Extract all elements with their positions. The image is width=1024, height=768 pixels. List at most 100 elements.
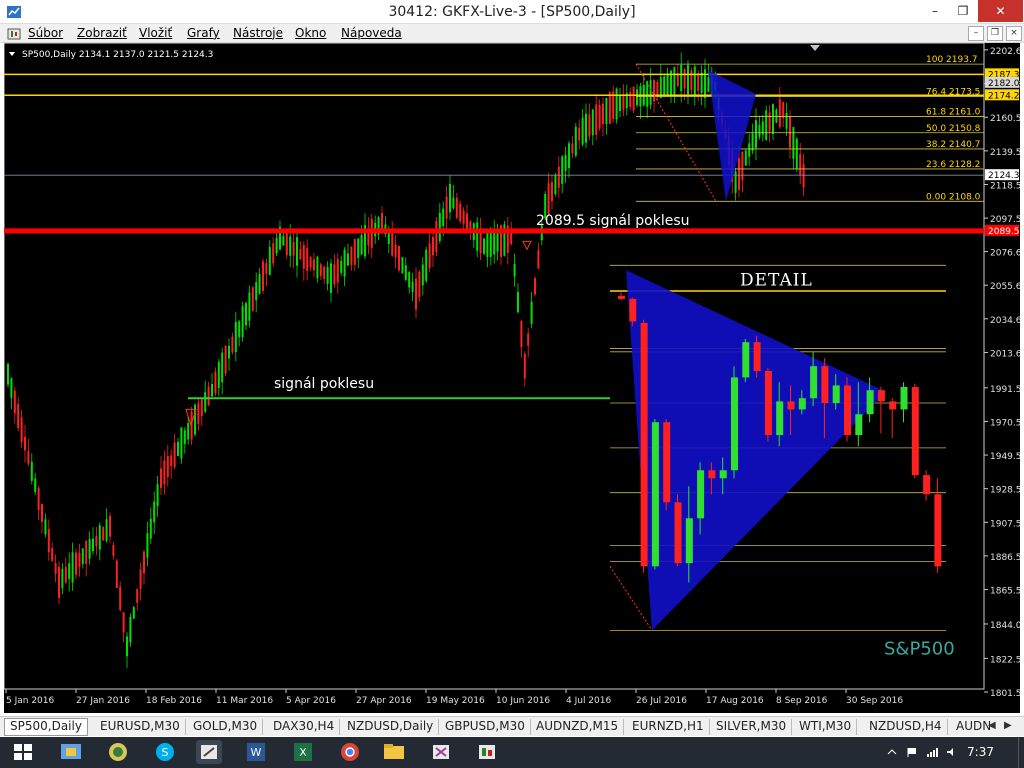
candle-body [428, 243, 431, 269]
desktop-icon[interactable] [58, 740, 84, 764]
candle-body [126, 636, 128, 657]
candle-body [785, 113, 788, 129]
tab-gbpusd-m30[interactable]: GBPUSD,M30 [440, 719, 531, 735]
y-tick-label: 1844.0 [990, 621, 1020, 631]
y-tick-label: 1907.5 [990, 519, 1020, 529]
candle-body [234, 321, 237, 353]
child-minimize-button[interactable]: – [968, 26, 984, 41]
metatrader-icon[interactable] [105, 740, 131, 764]
detail-candle-body [674, 502, 682, 564]
taskbar: S W X 7:37 [0, 737, 1024, 768]
tray-expand-icon[interactable] [886, 747, 898, 757]
y-tick-label: 1865.5 [990, 587, 1020, 597]
menu-insert[interactable]: Vložiť [139, 26, 172, 40]
fib-label: 100 2193.7 [926, 55, 978, 65]
volume-icon[interactable] [946, 747, 958, 757]
skype-icon[interactable]: S [152, 740, 178, 764]
title-bar: 30412: GKFX-Live-3 - [SP500,Daily] – ❐ ✕ [0, 0, 1024, 24]
candle-body [241, 306, 244, 338]
tab-eurnzd-h1[interactable]: EURNZD,H1 [627, 719, 710, 735]
candle-body [17, 403, 20, 428]
brand-label: S&P500 [884, 638, 955, 659]
price-tag-label: 2174.2 [988, 91, 1020, 101]
candle-body [568, 143, 570, 169]
price-chart[interactable]: 2202.62181.62160.52139.52118.52097.52076… [3, 42, 1022, 713]
candle-body [105, 519, 108, 541]
show-desktop-button[interactable] [1018, 737, 1024, 768]
tab-scroll-left-icon[interactable]: ◀ [988, 720, 996, 731]
tab-nzdusd-daily[interactable]: NZDUSD,Daily [342, 719, 440, 735]
minimize-button[interactable]: – [920, 0, 950, 22]
candle-body [520, 321, 523, 348]
candle-body [622, 93, 625, 110]
candle-body [139, 569, 142, 589]
candle-body [163, 460, 166, 485]
child-restore-button[interactable]: ❐ [987, 26, 1003, 41]
candle-body [438, 212, 441, 242]
candle-body [64, 567, 67, 583]
candle-body [398, 245, 400, 271]
candle-body [411, 281, 414, 293]
menu-file[interactable]: Súbor [28, 26, 63, 40]
candle-body [673, 67, 676, 96]
candle-body [476, 222, 479, 251]
flag-icon[interactable] [906, 747, 918, 757]
candle-body [336, 258, 339, 283]
tab-sp500-daily[interactable]: SP500,Daily [4, 718, 88, 736]
start-icon[interactable] [10, 740, 36, 764]
candle-body [350, 246, 353, 265]
mt4-alt-icon[interactable] [428, 740, 454, 764]
price-tag-label: 2089.5 [988, 227, 1020, 237]
detail-candle-body [685, 518, 693, 564]
tab-nzdusd-h4[interactable]: NZDUSD,H4 [864, 719, 948, 735]
detail-candle-body [923, 475, 931, 495]
candle-body [217, 361, 220, 389]
detail-candle-body [900, 387, 908, 410]
network-icon[interactable] [926, 747, 938, 757]
excel-icon[interactable]: X [290, 740, 316, 764]
candle-body [24, 436, 26, 451]
tab-dax30-h4[interactable]: DAX30,H4 [268, 719, 341, 735]
candle-body [778, 99, 781, 128]
candle-body [802, 163, 805, 188]
mt4-alt2-icon[interactable] [474, 740, 500, 764]
candle-body [302, 244, 305, 269]
candle-body [700, 72, 703, 93]
signal-label-green: signál poklesu [274, 376, 374, 392]
folder-icon[interactable] [381, 740, 407, 764]
candle-body [466, 213, 468, 231]
chart-canvas[interactable]: 2202.62181.62160.52139.52118.52097.52076… [3, 42, 1022, 713]
child-close-button[interactable]: × [1006, 26, 1022, 41]
candle-body [782, 101, 785, 119]
mt4-active-icon[interactable] [196, 740, 222, 764]
y-tick-label: 1801.5 [990, 689, 1020, 699]
candle-body [608, 92, 611, 124]
word-icon[interactable]: W [243, 740, 269, 764]
menu-tools[interactable]: Nástroje [233, 26, 283, 40]
candle-body [789, 116, 791, 148]
x-tick-label: 27 Apr 2016 [356, 696, 412, 706]
candle-body [160, 468, 162, 489]
candle-body [404, 265, 407, 280]
candle-body [71, 552, 74, 583]
tab-audnzd-m15[interactable]: AUDNZD,M15 [531, 719, 625, 735]
x-tick-label: 30 Sep 2016 [846, 696, 903, 706]
detail-candle-body [911, 387, 919, 476]
chrome-icon[interactable] [337, 740, 363, 764]
close-button[interactable]: ✕ [978, 0, 1023, 22]
menu-help[interactable]: Nápoveda [341, 26, 402, 40]
candle-body [275, 238, 278, 254]
tab-eurusd-m30[interactable]: EURUSD,M30 [95, 719, 186, 735]
candle-body [102, 527, 105, 541]
clock[interactable]: 7:37 [967, 745, 994, 759]
maximize-button[interactable]: ❐ [948, 0, 978, 22]
menu-view[interactable]: Zobraziť [77, 26, 127, 40]
candle-body [588, 114, 591, 137]
tab-gold-m30[interactable]: GOLD,M30 [188, 719, 264, 735]
tab-wti-m30[interactable]: WTI,M30 [794, 719, 858, 735]
tab-silver-m30[interactable]: SILVER,M30 [711, 719, 793, 735]
menu-window[interactable]: Okno [295, 26, 326, 40]
tab-scroll-right-icon[interactable]: ▶ [1004, 720, 1012, 731]
svg-text:X: X [299, 746, 307, 759]
menu-charts[interactable]: Grafy [187, 26, 220, 40]
